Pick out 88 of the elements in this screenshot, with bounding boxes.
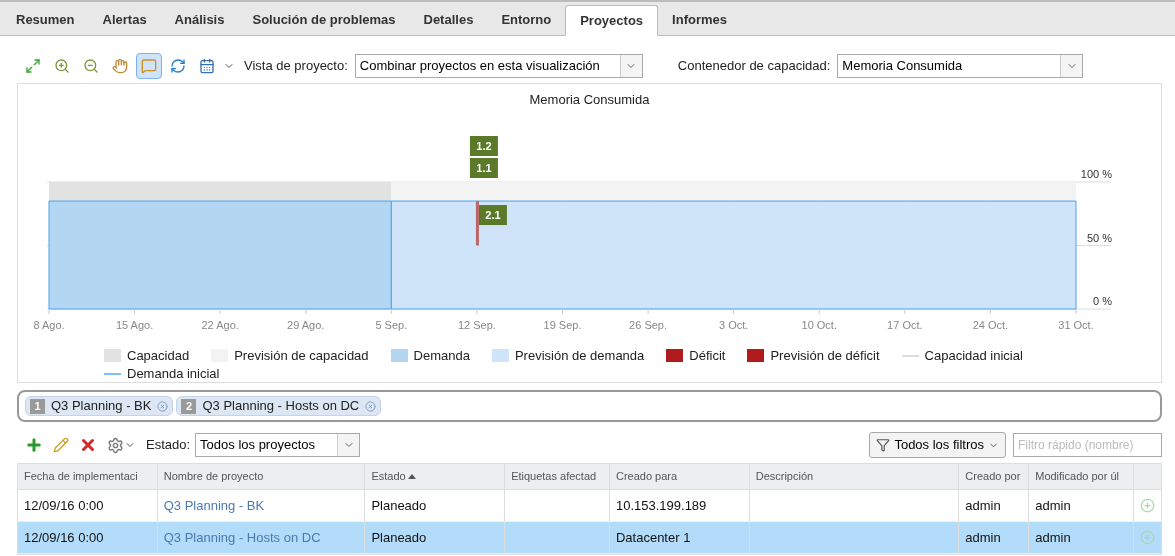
project-chip[interactable]: 1 Q3 Planning - BK (25, 396, 174, 416)
tab[interactable]: Proyectos (565, 5, 659, 36)
deficit-bar (475, 200, 479, 245)
close-icon[interactable] (365, 400, 377, 412)
x-tick-label: 17 Oct. (887, 318, 923, 331)
legend-swatch (104, 349, 121, 362)
x-tick-label: 26 Sep. (629, 318, 668, 331)
x-tick-label: 24 Oct. (972, 318, 1009, 331)
legend-label: Previsión de demanda (514, 346, 645, 365)
table-cell-text: 10.153.199.189 (615, 496, 707, 515)
column-header[interactable]: Nombre de proyecto (157, 464, 366, 489)
state-label: Estado: (146, 436, 191, 455)
legend-swatch (491, 349, 509, 362)
column-header[interactable]: Modificado por úl (1029, 464, 1135, 489)
tab[interactable]: Detalles (409, 4, 488, 35)
add-icon[interactable] (25, 436, 43, 454)
calendar-icon (199, 58, 215, 74)
comment-tool[interactable] (136, 53, 162, 79)
state-select[interactable]: Todos los proyectos (195, 433, 361, 457)
project-view-select[interactable]: Combinar proyectos en esta visualización (354, 54, 643, 78)
x-tick-label: 15 Ago. (115, 318, 154, 331)
column-header[interactable]: Etiquetas afectad (505, 464, 610, 489)
legend-label: Déficit (689, 346, 726, 365)
y-tick-label: 50 % (1086, 231, 1112, 243)
column-header[interactable]: Descripción (749, 464, 960, 489)
table-cell-text: admin (1035, 528, 1071, 547)
x-tick-label: 8 Ago. (33, 318, 65, 331)
legend-swatch (390, 349, 408, 362)
column-header[interactable]: Fecha de implementaci (18, 464, 158, 489)
sort-up-icon (407, 474, 416, 479)
delete-icon[interactable] (79, 436, 97, 454)
table-row[interactable]: 12/09/16 0:00 Q3 Planning - BK Planeado 10.153.199.189 admin admin (18, 490, 1161, 522)
add-icon[interactable] (1140, 498, 1155, 513)
legend-label: Demanda inicial (127, 364, 220, 383)
table-cell-text: Planeado (371, 528, 427, 547)
column-header[interactable]: Creado para (609, 464, 750, 489)
settings-icon[interactable] (107, 436, 124, 454)
tab[interactable]: Entorno (487, 4, 566, 35)
table-cell-text: admin (965, 496, 1001, 515)
tab[interactable]: Alertas (88, 4, 161, 35)
table-cell-text: 12/09/16 0:00 (24, 496, 104, 515)
zoom-out-icon (83, 58, 99, 74)
table-cell-text: admin (965, 528, 1001, 547)
table-cell-text: Datacenter 1 (615, 528, 691, 547)
y-tick-label: 0 % (1093, 294, 1112, 307)
tab[interactable]: Solución de problemas (238, 4, 410, 35)
project-chip[interactable]: 2 Q3 Planning - Hosts on DC (176, 396, 382, 416)
chip-number: 2 (181, 398, 197, 414)
tab[interactable]: Análisis (160, 4, 239, 35)
refresh-icon (170, 58, 186, 74)
chart-title: Memoria Consumida (528, 91, 651, 109)
filters-button[interactable]: Todos los filtros (869, 432, 1006, 458)
filter-icon (876, 438, 891, 452)
column-header[interactable]: Estado (365, 464, 506, 489)
legend-label: Demanda (413, 346, 470, 365)
legend-label: Capacidad inicial (924, 346, 1023, 365)
x-tick-label: 29 Ago. (287, 318, 325, 331)
project-link[interactable]: Q3 Planning - BK (163, 495, 265, 516)
x-tick-label: 3 Oct. (719, 318, 749, 331)
legend-label: Previsión de déficit (770, 346, 880, 365)
edit-icon[interactable] (53, 437, 69, 453)
table-cell-text: 12/09/16 0:00 (24, 528, 104, 547)
chip-label: Q3 Planning - Hosts on DC (202, 397, 360, 416)
x-tick-label: 5 Sep. (375, 318, 408, 331)
close-icon[interactable] (157, 400, 169, 412)
project-view-label: Vista de proyecto: (244, 57, 348, 76)
legend-label: Capacidad (127, 346, 190, 365)
chip-label: Q3 Planning - BK (51, 397, 152, 416)
capacity-container-label: Contenedor de capacidad: (677, 57, 831, 76)
hand-icon (112, 58, 128, 74)
capacity-container-select[interactable]: Memoria Consumida (837, 54, 1084, 78)
x-tick-label: 10 Oct. (801, 318, 837, 331)
tab[interactable]: Informes (658, 4, 741, 35)
comment-icon (141, 58, 157, 74)
quick-filter-field[interactable]: Filtro rápido (nombre) (1013, 433, 1162, 457)
zoom-in-icon (54, 58, 70, 74)
table-cell-text: Planeado (371, 496, 427, 515)
x-tick-label: 31 Oct. (1058, 318, 1094, 331)
x-tick-label: 22 Ago. (201, 318, 239, 331)
chip-number: 1 (30, 398, 45, 414)
expand-icon (25, 58, 41, 74)
table-cell-text: admin (1035, 496, 1071, 515)
legend-label: Previsión de capacidad (234, 346, 369, 365)
tab[interactable]: Resumen (2, 4, 89, 35)
x-tick-label: 12 Sep. (457, 318, 496, 331)
x-tick-label: 19 Sep. (543, 318, 582, 331)
y-tick-label: 100 % (1080, 167, 1112, 180)
column-header[interactable]: Creado por (959, 464, 1030, 489)
